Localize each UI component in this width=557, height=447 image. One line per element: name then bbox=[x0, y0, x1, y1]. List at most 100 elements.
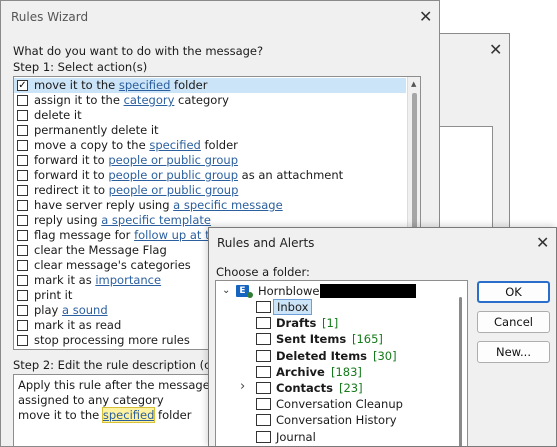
action-text: redirect it to bbox=[34, 183, 109, 197]
action-checkbox[interactable] bbox=[17, 200, 28, 211]
action-text: mark it as read bbox=[34, 318, 122, 332]
action-item[interactable]: delete it bbox=[14, 108, 406, 123]
cancel-button[interactable]: Cancel bbox=[477, 311, 550, 333]
close-icon[interactable]: ✕ bbox=[419, 9, 432, 25]
inbox-icon bbox=[256, 301, 271, 313]
action-link[interactable]: a specific template bbox=[101, 213, 211, 227]
folder-name: Deleted Items bbox=[276, 348, 368, 363]
action-text: permanently delete it bbox=[34, 123, 159, 137]
redacted-block bbox=[320, 284, 416, 298]
action-checkbox[interactable] bbox=[17, 290, 28, 301]
action-checkbox[interactable] bbox=[17, 125, 28, 136]
action-checkbox[interactable] bbox=[17, 110, 28, 121]
action-text-suffix: folder bbox=[170, 78, 208, 92]
folder-name: Conversation Cleanup bbox=[276, 397, 403, 412]
folder-scroll-thumb[interactable] bbox=[459, 297, 462, 446]
folder-tree[interactable]: ⌄ E Hornblower Inbox Drafts [1] Sent Items [… bbox=[215, 280, 468, 446]
action-checkbox[interactable] bbox=[17, 185, 28, 196]
folder-name: Contacts bbox=[276, 381, 333, 395]
account-name: Hornblower bbox=[258, 284, 325, 298]
folder-name: Journal bbox=[276, 429, 316, 444]
action-text: stop processing more rules bbox=[34, 333, 190, 347]
action-text: print it bbox=[34, 288, 73, 302]
background-close-icon[interactable]: ✕ bbox=[489, 42, 502, 58]
dialog-title: Rules and Alerts bbox=[217, 236, 315, 250]
action-text-suffix: category bbox=[174, 93, 229, 107]
folder-name: Drafts bbox=[276, 316, 317, 331]
action-link[interactable]: people or public group bbox=[108, 168, 238, 182]
action-text: forward it to bbox=[34, 153, 109, 167]
action-link[interactable]: importance bbox=[95, 273, 161, 287]
action-text: forward it to bbox=[34, 168, 109, 182]
folder-count: [183] bbox=[331, 364, 362, 379]
action-item[interactable]: reply using a specific template bbox=[14, 213, 406, 228]
ok-button[interactable]: OK bbox=[477, 281, 550, 303]
action-checkbox[interactable] bbox=[17, 245, 28, 256]
action-link[interactable]: specified bbox=[119, 78, 171, 92]
folder-item[interactable]: Drafts [1] bbox=[216, 315, 452, 331]
action-item[interactable]: redirect it to people or public group bbox=[14, 183, 406, 198]
action-item[interactable]: ✓ move it to the specified folder bbox=[14, 78, 406, 93]
account-status-dot-icon bbox=[247, 292, 253, 298]
folder-item[interactable]: › Contacts [23] bbox=[216, 379, 452, 396]
action-checkbox[interactable] bbox=[17, 275, 28, 286]
folder-scrollbar[interactable] bbox=[454, 281, 467, 446]
action-link[interactable]: a sound bbox=[62, 303, 108, 317]
action-link[interactable]: people or public group bbox=[109, 183, 239, 197]
action-link[interactable]: specified bbox=[149, 138, 201, 152]
scroll-up-icon[interactable]: ▲ bbox=[411, 80, 416, 88]
action-text-suffix: folder bbox=[200, 138, 238, 152]
action-text-suffix: as an attachment bbox=[238, 168, 344, 182]
action-item[interactable]: assign it to the category category bbox=[14, 93, 406, 108]
action-checkbox[interactable] bbox=[17, 305, 28, 316]
drafts-icon bbox=[256, 317, 271, 330]
folder-item[interactable]: Deleted Items [30] bbox=[216, 348, 452, 364]
account-node[interactable]: ⌄ E Hornblower bbox=[216, 283, 456, 299]
action-checkbox[interactable] bbox=[17, 320, 28, 331]
description-line3-prefix: move it to the bbox=[18, 408, 103, 422]
action-item[interactable]: permanently delete it bbox=[14, 123, 406, 138]
action-checkbox[interactable] bbox=[17, 95, 28, 106]
action-item[interactable]: move a copy to the specified folder bbox=[14, 138, 406, 153]
action-text: reply using bbox=[34, 213, 102, 227]
contacts-icon bbox=[256, 382, 271, 394]
choose-folder-dialog: Rules and Alerts ✕ Choose a folder: ⌄ E … bbox=[208, 227, 557, 447]
folder-name: Archive bbox=[276, 364, 325, 379]
action-link[interactable]: category bbox=[124, 93, 175, 107]
folder-item[interactable]: Inbox bbox=[216, 299, 452, 315]
journal-icon bbox=[256, 430, 271, 443]
action-checkbox[interactable]: ✓ bbox=[17, 80, 28, 91]
action-checkbox[interactable] bbox=[17, 260, 28, 271]
collapse-chevron-icon[interactable]: ⌄ bbox=[222, 283, 230, 299]
folder-item[interactable]: Sent Items [165] bbox=[216, 331, 452, 347]
dialog-close-icon[interactable]: ✕ bbox=[536, 235, 549, 251]
action-checkbox[interactable] bbox=[17, 230, 28, 241]
folder-count: [23] bbox=[339, 381, 363, 395]
action-item[interactable]: forward it to people or public group as … bbox=[14, 168, 406, 183]
action-link[interactable]: people or public group bbox=[108, 153, 238, 167]
action-link[interactable]: a specific message bbox=[173, 198, 283, 212]
action-text: clear message's categories bbox=[34, 258, 191, 272]
expand-chevron-icon[interactable]: › bbox=[240, 379, 245, 395]
folder-item[interactable]: Conversation History bbox=[216, 412, 452, 428]
action-checkbox[interactable] bbox=[17, 215, 28, 226]
action-checkbox[interactable] bbox=[17, 140, 28, 151]
folder-count: [1] bbox=[322, 316, 339, 331]
folder-item[interactable]: Conversation Cleanup bbox=[216, 396, 452, 412]
description-specified-link[interactable]: specified bbox=[101, 407, 156, 423]
folder-item[interactable]: Archive [183] bbox=[216, 364, 452, 380]
action-checkbox[interactable] bbox=[17, 155, 28, 166]
new-folder-button[interactable]: New... bbox=[477, 341, 550, 363]
folder-item[interactable]: Journal bbox=[216, 429, 452, 445]
action-checkbox[interactable] bbox=[17, 170, 28, 181]
action-text: have server reply using bbox=[34, 198, 174, 212]
folder-icon bbox=[256, 398, 271, 411]
window-title: Rules Wizard bbox=[11, 10, 89, 24]
action-checkbox[interactable] bbox=[17, 335, 28, 346]
action-text: assign it to the bbox=[34, 93, 124, 107]
description-line3-suffix: folder bbox=[154, 408, 192, 422]
action-item[interactable]: forward it to people or public group bbox=[14, 153, 406, 168]
action-item[interactable]: have server reply using a specific messa… bbox=[14, 198, 406, 213]
trash-icon bbox=[256, 349, 271, 362]
step2-label: Step 2: Edit the rule description (click… bbox=[13, 358, 241, 372]
